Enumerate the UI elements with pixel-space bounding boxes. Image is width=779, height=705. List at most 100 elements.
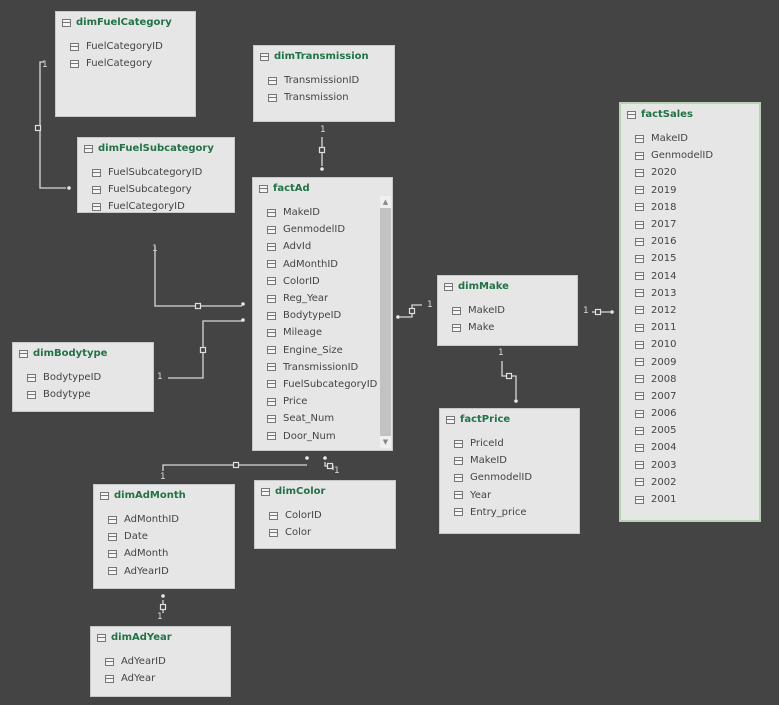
column-icon: [635, 151, 644, 160]
column-item[interactable]: 2004: [635, 439, 713, 456]
column-item[interactable]: 2012: [635, 302, 713, 319]
column-item[interactable]: TransmissionID: [267, 359, 377, 376]
column-item[interactable]: Reg_Year: [267, 290, 377, 307]
column-item[interactable]: 2016: [635, 233, 713, 250]
cardinality-one: 1: [334, 466, 340, 476]
column-item[interactable]: Mileage: [267, 324, 377, 341]
column-icon: [267, 414, 276, 423]
column-item[interactable]: MakeID: [454, 452, 532, 469]
column-item[interactable]: GenmodelID: [635, 147, 713, 164]
cardinality-one: 1: [157, 612, 163, 622]
column-item[interactable]: 2014: [635, 268, 713, 285]
column-item[interactable]: MakeID: [635, 130, 713, 147]
column-item[interactable]: Price: [267, 393, 377, 410]
table-dimMake[interactable]: dimMake MakeID Make: [437, 275, 578, 346]
column-item[interactable]: 2002: [635, 474, 713, 491]
column-icon: [635, 289, 644, 298]
column-item[interactable]: FuelSubcategoryID: [267, 376, 377, 393]
table-factSales[interactable]: factSales MakeID GenmodelID 2020 2019 2018 201…: [619, 102, 761, 522]
rel-make-factprice: [501, 361, 517, 399]
table-title[interactable]: factPrice: [446, 414, 510, 425]
column-item[interactable]: BodytypeID: [267, 307, 377, 324]
column-item[interactable]: 2011: [635, 319, 713, 336]
scrollbar[interactable]: ▲ ▼: [380, 196, 391, 448]
column-item[interactable]: TransmissionID: [268, 72, 359, 89]
scroll-down-icon[interactable]: ▼: [380, 436, 391, 448]
column-item[interactable]: AdMonthID: [108, 511, 179, 528]
column-item[interactable]: AdMonth: [108, 545, 179, 562]
column-item[interactable]: Make: [452, 319, 505, 336]
table-dimFuelCategory[interactable]: dimFuelCategory FuelCategoryID FuelCategor…: [55, 11, 196, 117]
column-item[interactable]: FuelCategoryID: [92, 198, 202, 215]
column-item[interactable]: Seat_Num: [267, 410, 377, 427]
column-icon: [267, 208, 276, 217]
column-item[interactable]: 2020: [635, 164, 713, 181]
column-item[interactable]: AdvId: [267, 238, 377, 255]
table-title[interactable]: dimTransmission: [260, 51, 369, 62]
column-item[interactable]: ColorID: [267, 273, 377, 290]
table-title[interactable]: dimFuelCategory: [62, 17, 172, 28]
column-item[interactable]: FuelSubcategory: [92, 181, 202, 198]
column-item[interactable]: 2018: [635, 199, 713, 216]
column-item[interactable]: 2005: [635, 422, 713, 439]
column-icon: [267, 397, 276, 406]
table-dimColor[interactable]: dimColor ColorID Color: [254, 480, 396, 549]
table-factPrice[interactable]: factPrice PriceId MakeID GenmodelID Year Entr…: [439, 408, 580, 534]
column-item[interactable]: MakeID: [267, 204, 377, 221]
column-item[interactable]: GenmodelID: [267, 221, 377, 238]
column-icon: [27, 390, 36, 399]
table-dimTransmission[interactable]: dimTransmission TransmissionID Transmissio…: [253, 45, 395, 122]
column-item[interactable]: Color: [269, 524, 322, 541]
column-item[interactable]: AdMonthID: [267, 256, 377, 273]
column-item[interactable]: FuelCategory: [70, 55, 163, 72]
table-title[interactable]: dimFuelSubcategory: [84, 143, 214, 154]
column-item[interactable]: AdYear: [105, 670, 166, 687]
table-title[interactable]: dimAdMonth: [100, 490, 186, 501]
table-title[interactable]: dimColor: [261, 486, 325, 497]
table-title[interactable]: dimBodytype: [19, 348, 107, 359]
column-item[interactable]: 2003: [635, 457, 713, 474]
column-item[interactable]: GenmodelID: [454, 469, 532, 486]
column-item[interactable]: Transmission: [268, 89, 359, 106]
column-icon: [105, 674, 114, 683]
column-item[interactable]: 2009: [635, 353, 713, 370]
column-item[interactable]: 2008: [635, 371, 713, 388]
column-item[interactable]: BodytypeID: [27, 369, 101, 386]
column-item[interactable]: Year: [454, 487, 532, 504]
table-title[interactable]: factSales: [627, 109, 693, 120]
column-item[interactable]: 2010: [635, 336, 713, 353]
column-item[interactable]: 2006: [635, 405, 713, 422]
column-item[interactable]: 2015: [635, 250, 713, 267]
table-dimBodytype[interactable]: dimBodytype BodytypeID Bodytype: [12, 342, 154, 412]
table-dimAdMonth[interactable]: dimAdMonth AdMonthID Date AdMonth AdYearID: [93, 484, 235, 589]
table-dimAdYear[interactable]: dimAdYear AdYearID AdYear: [90, 626, 231, 697]
column-item[interactable]: FuelCategoryID: [70, 38, 163, 55]
column-item[interactable]: Engine_Size: [267, 342, 377, 359]
column-item[interactable]: Door_Num: [267, 427, 377, 444]
column-item[interactable]: PriceId: [454, 435, 532, 452]
column-icon: [454, 456, 463, 465]
column-item[interactable]: 2001: [635, 491, 713, 508]
table-title[interactable]: factAd: [259, 183, 310, 194]
column-item[interactable]: AdYearID: [108, 563, 179, 580]
column-item[interactable]: ColorID: [269, 507, 322, 524]
column-item[interactable]: AdYearID: [105, 653, 166, 670]
column-item[interactable]: 2013: [635, 285, 713, 302]
scroll-up-icon[interactable]: ▲: [380, 196, 391, 208]
cardinality-one: 1: [583, 306, 589, 316]
scroll-thumb[interactable]: [380, 208, 391, 436]
column-icon: [267, 225, 276, 234]
table-dimFuelSubcategory[interactable]: dimFuelSubcategory FuelSubcategoryID FuelS…: [77, 137, 235, 213]
column-item[interactable]: Bodytype: [27, 386, 101, 403]
column-item[interactable]: MakeID: [452, 302, 505, 319]
table-title[interactable]: dimMake: [444, 281, 509, 292]
column-item[interactable]: Entry_price: [454, 504, 532, 521]
column-item[interactable]: 2007: [635, 388, 713, 405]
column-icon: [454, 508, 463, 517]
column-item[interactable]: 2019: [635, 182, 713, 199]
column-item[interactable]: 2017: [635, 216, 713, 233]
column-item[interactable]: Date: [108, 528, 179, 545]
table-factAd[interactable]: factAd MakeID GenmodelID AdvId AdMonthID Colo…: [252, 177, 393, 451]
table-title[interactable]: dimAdYear: [97, 632, 172, 643]
column-item[interactable]: FuelSubcategoryID: [92, 164, 202, 181]
